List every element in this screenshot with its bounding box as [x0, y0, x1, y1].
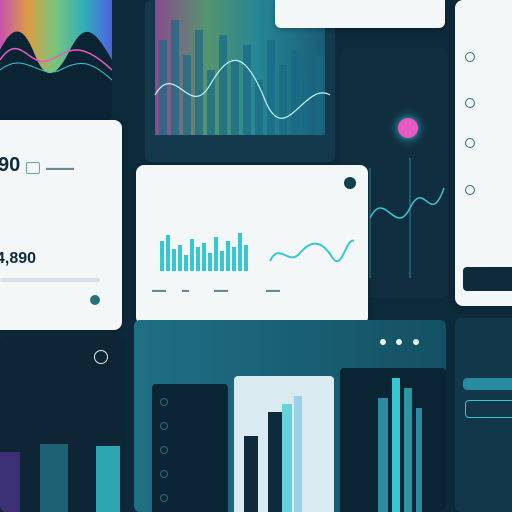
check-icon[interactable]: [94, 350, 108, 364]
circle-icon[interactable]: [465, 138, 475, 148]
mini-bar-chart: [160, 233, 248, 271]
mini-line-chart: [269, 239, 355, 262]
footer-label-3: ▬▬: [214, 287, 228, 294]
far-right-button[interactable]: [463, 267, 512, 291]
list-item-icon-2[interactable]: [160, 422, 168, 430]
footer-label-1: ▬▬: [152, 287, 166, 294]
bottom-right-toggle[interactable]: [465, 400, 512, 418]
footer-label-4: ▬▬: [266, 287, 280, 294]
circle-icon[interactable]: [465, 98, 475, 108]
bottom-list-panel: [152, 384, 228, 512]
bottom-column-chart: [378, 378, 422, 512]
far-right-list-card: [455, 0, 512, 306]
primary-stat: 90: [0, 154, 21, 176]
dot-2[interactable]: [396, 339, 403, 345]
amount-value: 4,890: [0, 250, 37, 267]
expand-icon[interactable]: [344, 177, 356, 189]
bottom-bars-panel: [234, 376, 334, 512]
info-icon[interactable]: [90, 295, 100, 305]
circle-icon[interactable]: [465, 185, 475, 195]
dot-1[interactable]: [380, 339, 386, 345]
bottom-right-panel: [455, 318, 512, 512]
progress-track: [0, 278, 100, 282]
circle-icon[interactable]: [465, 52, 475, 62]
bottom-center-panel: [134, 320, 446, 512]
footer-label-2: ▬: [182, 287, 189, 294]
list-item-icon-5[interactable]: [160, 494, 168, 502]
spectrum-area-chart: [0, 0, 112, 120]
left-summary-card: 90 ▬▬▬▬ 4,890: [0, 120, 122, 330]
dot-3[interactable]: [412, 339, 419, 345]
list-item-icon-3[interactable]: [160, 446, 168, 454]
bottom-left-bars: [0, 444, 120, 512]
list-item-icon-4[interactable]: [160, 470, 168, 478]
top-left-chart-panel: [0, 0, 112, 120]
bottom-right-action[interactable]: [463, 378, 512, 390]
bottom-bar-chart: [244, 396, 302, 512]
bottom-left-panel: [0, 336, 126, 512]
list-item-icon-1[interactable]: [160, 398, 168, 406]
top-header-card: [275, 0, 445, 28]
chat-icon: [26, 162, 40, 174]
pager-dots[interactable]: [380, 332, 419, 350]
stat-label: ▬▬▬▬: [46, 165, 74, 172]
center-metrics-card: ▬▬ ▬ ▬▬ ▬▬: [136, 165, 368, 325]
record-icon[interactable]: [398, 118, 418, 138]
bottom-dark-chart: [340, 368, 446, 512]
